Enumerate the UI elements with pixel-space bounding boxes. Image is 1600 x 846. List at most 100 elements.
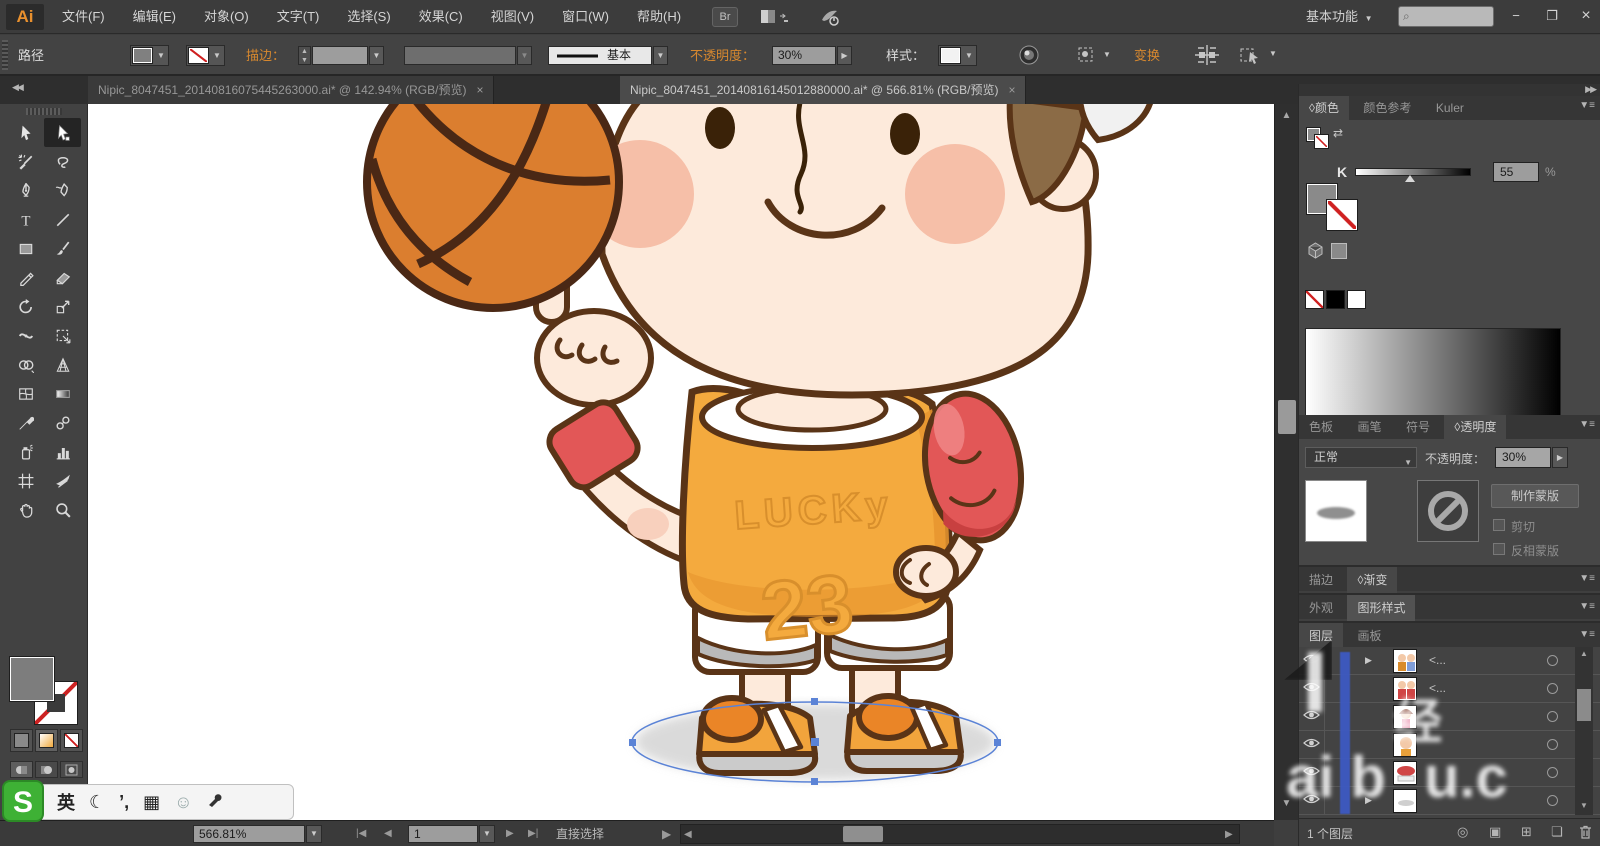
- layer-thumbnail[interactable]: [1393, 761, 1417, 785]
- hand-tool[interactable]: [7, 495, 44, 524]
- width-tool[interactable]: [7, 321, 44, 350]
- type-tool[interactable]: T: [7, 205, 44, 234]
- rectangle-tool[interactable]: [7, 234, 44, 263]
- tab-graphic-styles[interactable]: 图形样式: [1347, 595, 1416, 621]
- new-layer-icon[interactable]: ❏: [1551, 824, 1563, 840]
- layer-thumbnail[interactable]: [1393, 705, 1417, 729]
- ime-bar[interactable]: 英 ☾ ’, ▦ ☺: [42, 784, 294, 820]
- mini-swap-icon[interactable]: ⇄: [1333, 126, 1343, 140]
- expand-arrow-icon[interactable]: ▶: [1365, 795, 1372, 806]
- lasso-tool[interactable]: [44, 147, 81, 176]
- menu-item-0[interactable]: 文件(F): [48, 0, 119, 34]
- visibility-cell[interactable]: [1299, 647, 1325, 675]
- pencil-tool[interactable]: [7, 263, 44, 292]
- free-transform-tool[interactable]: [44, 321, 81, 350]
- menu-item-1[interactable]: 编辑(E): [119, 0, 190, 34]
- mesh-tool[interactable]: [7, 379, 44, 408]
- visibility-cell[interactable]: [1299, 675, 1325, 703]
- curvature-pen-tool[interactable]: [44, 176, 81, 205]
- locate-object-icon[interactable]: ◎: [1457, 824, 1468, 840]
- column-graph-tool[interactable]: [44, 437, 81, 466]
- layer-target-icon[interactable]: [1547, 655, 1558, 666]
- k-slider-thumb[interactable]: [1405, 175, 1415, 182]
- menu-item-3[interactable]: 文字(T): [263, 0, 334, 34]
- width-profile-dropdown[interactable]: ▼: [517, 46, 532, 65]
- scroll-up-icon[interactable]: ▲: [1575, 649, 1593, 658]
- ime-logo[interactable]: S: [2, 780, 44, 822]
- layers-scrollbar[interactable]: ▲ ▼: [1575, 647, 1593, 815]
- expand-arrow-icon[interactable]: ▶: [1365, 655, 1372, 666]
- none-mode-button[interactable]: [60, 729, 83, 752]
- transform-link[interactable]: 变换: [1134, 35, 1161, 77]
- layer-thumbnail[interactable]: [1393, 789, 1417, 813]
- tab-transparency[interactable]: ◊透明度: [1444, 415, 1507, 439]
- artboard-nav-dropdown[interactable]: ▼: [479, 825, 495, 843]
- cs-live-icon[interactable]: [818, 6, 840, 28]
- eye-icon[interactable]: [1303, 736, 1320, 754]
- isolate-selected-icon[interactable]: ▼: [1238, 44, 1277, 71]
- basketball[interactable]: [363, 104, 623, 312]
- magic-wand-tool[interactable]: [7, 147, 44, 176]
- stroke-link[interactable]: 描边：: [246, 35, 286, 77]
- invert-mask-checkbox[interactable]: [1493, 543, 1505, 555]
- vertical-scroll-thumb[interactable]: [1278, 400, 1296, 434]
- ime-account-icon[interactable]: ☺: [174, 792, 192, 813]
- opacity-field[interactable]: 30%: [772, 46, 836, 65]
- gamut-cube-icon[interactable]: [1307, 242, 1324, 264]
- scroll-up-icon[interactable]: ▲: [1275, 110, 1298, 121]
- selection-tool[interactable]: [7, 118, 44, 147]
- layer-target-icon[interactable]: [1547, 767, 1558, 778]
- pen-tool[interactable]: [7, 176, 44, 205]
- tp-opacity-field[interactable]: 30%: [1495, 447, 1551, 468]
- bridge-icon[interactable]: Br: [712, 7, 738, 27]
- perspective-grid-tool[interactable]: [44, 350, 81, 379]
- color-mode-button[interactable]: [10, 729, 33, 752]
- layer-target-icon[interactable]: [1547, 739, 1558, 750]
- width-profile-field[interactable]: [404, 46, 516, 65]
- prev-artboard-icon[interactable]: ◀: [384, 821, 392, 846]
- mask-thumbnail[interactable]: [1417, 480, 1479, 542]
- new-sublayer-icon[interactable]: ⊞: [1521, 824, 1532, 840]
- menu-item-7[interactable]: 窗口(W): [548, 0, 623, 34]
- panel-menu-icon[interactable]: ▼≡: [1579, 629, 1595, 640]
- layer-row[interactable]: ▶: [1299, 787, 1600, 815]
- horizontal-scroll-thumb[interactable]: [843, 826, 883, 842]
- restore-button[interactable]: ❐: [1538, 4, 1566, 28]
- tab-color-guide[interactable]: 颜色参考: [1353, 96, 1421, 120]
- artboard-canvas[interactable]: LUCKy 23: [88, 104, 1274, 820]
- mini-stroke-proxy[interactable]: [1314, 134, 1329, 149]
- layer-thumbnail[interactable]: [1393, 649, 1417, 673]
- document-tab-0[interactable]: Nipic_8047451_20140816075445263000.ai* @…: [88, 76, 495, 104]
- document-tab-1[interactable]: Nipic_8047451_20140816145012880000.ai* @…: [620, 76, 1027, 104]
- tab-artboards[interactable]: 画板: [1347, 623, 1391, 649]
- zoom-level-field[interactable]: 566.81%: [193, 825, 305, 843]
- menu-item-8[interactable]: 帮助(H): [623, 0, 695, 34]
- panel-menu-icon[interactable]: ▼≡: [1579, 573, 1595, 584]
- visibility-cell[interactable]: [1299, 787, 1325, 815]
- shape-builder-tool[interactable]: [7, 350, 44, 379]
- panel-menu-icon[interactable]: ▼≡: [1579, 601, 1595, 612]
- layer-target-icon[interactable]: [1547, 683, 1558, 694]
- tab-symbols[interactable]: 符号: [1396, 415, 1440, 439]
- gradient-mode-button[interactable]: [35, 729, 58, 752]
- layer-target-icon[interactable]: [1547, 795, 1558, 806]
- object-thumbnail[interactable]: [1305, 480, 1367, 542]
- ime-punct-icon[interactable]: ’,: [119, 792, 129, 813]
- tools-panel-grip[interactable]: [26, 108, 62, 115]
- opacity-dropdown[interactable]: ▶: [837, 46, 852, 65]
- menu-item-4[interactable]: 选择(S): [333, 0, 404, 34]
- horizontal-scrollbar[interactable]: ◀ ▶: [680, 824, 1240, 844]
- tab-close-icon[interactable]: ×: [1008, 76, 1015, 104]
- direct-selection-tool[interactable]: [44, 118, 81, 147]
- tab-swatches[interactable]: 色板: [1299, 415, 1343, 439]
- visibility-cell[interactable]: [1299, 703, 1325, 731]
- status-expand-icon[interactable]: ▶: [662, 821, 671, 846]
- delete-layer-icon[interactable]: [1579, 825, 1592, 845]
- eye-icon[interactable]: [1303, 792, 1320, 810]
- layer-row[interactable]: <...: [1299, 675, 1600, 703]
- tab-color[interactable]: ◊颜色: [1299, 96, 1349, 120]
- ime-fullhalf-icon[interactable]: ☾: [89, 792, 105, 813]
- select-similar-dropdown[interactable]: ▼: [1076, 45, 1111, 70]
- visibility-cell[interactable]: [1299, 759, 1325, 787]
- clip-checkbox[interactable]: [1493, 519, 1505, 531]
